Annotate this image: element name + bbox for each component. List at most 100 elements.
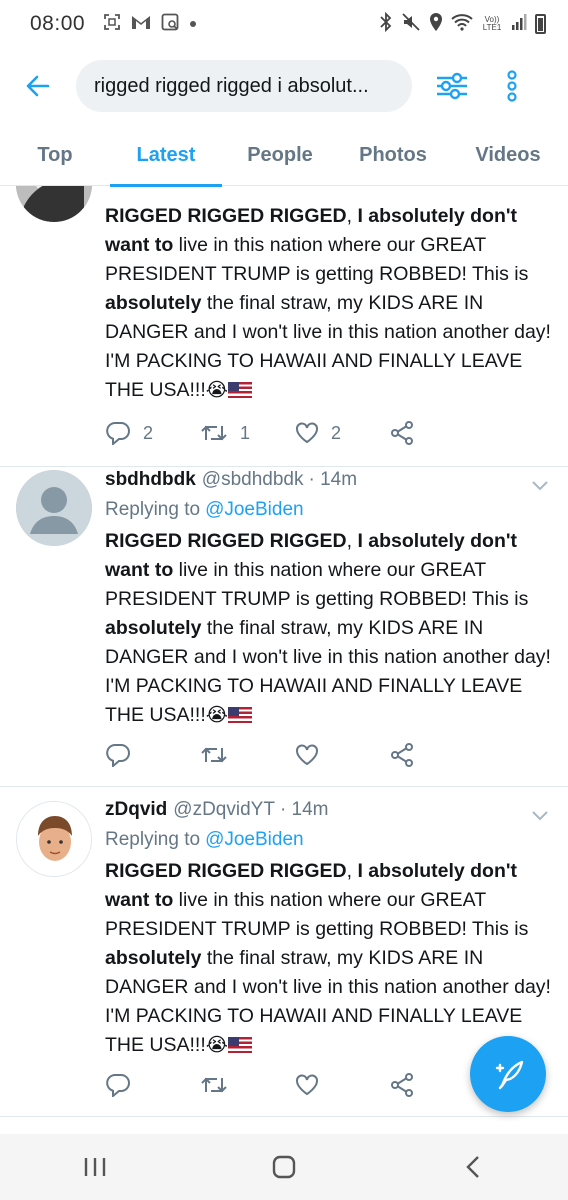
back-button[interactable] (0, 48, 76, 124)
retweet-icon (201, 747, 227, 763)
tweet-time: · 14m (308, 469, 358, 490)
share-icon (391, 421, 413, 445)
system-nav-bar (0, 1134, 568, 1200)
crying-emoji: 😭 (205, 1035, 228, 1056)
retweet-button[interactable]: 1 (200, 422, 295, 444)
reply-button[interactable] (105, 743, 200, 767)
avatar[interactable] (16, 186, 92, 222)
tweet-actions (105, 1065, 485, 1105)
status-left-icons (103, 13, 197, 36)
bluetooth-icon (379, 11, 393, 37)
more-vertical-icon (507, 70, 517, 102)
tweet-time: · 14m (279, 799, 329, 820)
author-name[interactable]: zDqvid (105, 799, 167, 821)
status-right-icons: Vo)) LTE1 (379, 11, 546, 37)
tweet-text-part: , (346, 530, 358, 552)
heart-icon (296, 744, 318, 766)
screenshot-icon (103, 13, 121, 36)
tweet-body: sbdhdbdk @sbdhdbdk · 14m Replying to @Jo… (105, 465, 555, 730)
tab-latest[interactable]: Latest (110, 124, 222, 187)
replying-to-label: Replying to (105, 829, 201, 850)
tweet-actions: 2 1 2 (105, 413, 485, 453)
mention-link[interactable]: @JoeBiden (205, 829, 304, 851)
wifi-icon (451, 13, 473, 36)
replying-to: Replying to @JoeBiden (105, 825, 555, 855)
tweet-text: RIGGED RIGGED RIGGED, I absolutely don't… (105, 202, 555, 405)
status-bar: 08:00 Vo)) LTE1 (0, 0, 568, 48)
share-icon (391, 743, 413, 767)
home-button[interactable] (244, 1134, 324, 1200)
tweet-text-bold: absolutely (105, 617, 202, 639)
crying-emoji: 😭 (205, 380, 228, 401)
search-input[interactable]: rigged rigged rigged i absolut... (76, 60, 412, 112)
compose-tweet-button[interactable] (470, 1036, 546, 1112)
overflow-menu-button[interactable] (492, 48, 532, 124)
retweet-button[interactable] (200, 1074, 295, 1096)
share-button[interactable] (390, 743, 485, 767)
avatar[interactable] (16, 470, 92, 546)
search-filter-button[interactable] (412, 48, 492, 124)
tweet-text-bold: RIGGED RIGGED RIGGED (105, 205, 347, 227)
tweet-text-part: , (346, 205, 358, 227)
compose-feather-icon (495, 1060, 524, 1090)
tweet-text-part: , (346, 860, 358, 882)
search-header: rigged rigged rigged i absolut... (0, 48, 568, 124)
tweet-card[interactable]: sbdhdbdk @sbdhdbdk · 14m Replying to @Jo… (0, 467, 568, 787)
reply-button[interactable]: 2 (105, 421, 200, 445)
retweet-button[interactable] (200, 744, 295, 766)
like-count: 2 (331, 422, 342, 443)
tweet-text-bold: absolutely (105, 292, 202, 314)
signal-icon (511, 13, 527, 36)
tab-people[interactable]: People (222, 124, 338, 186)
tweet-card[interactable]: RIGGED RIGGED RIGGED, I absolutely don't… (0, 186, 568, 467)
chevron-left-icon (466, 1156, 480, 1178)
replying-to-label: Replying to (105, 499, 201, 520)
tweet-body: RIGGED RIGGED RIGGED, I absolutely don't… (105, 202, 555, 405)
status-time: 08:00 (30, 12, 86, 35)
heart-icon (296, 422, 318, 444)
tab-photos[interactable]: Photos (338, 124, 448, 186)
avatar[interactable] (16, 801, 92, 877)
author-name[interactable]: sbdhdbdk (105, 469, 196, 491)
chevron-down-icon[interactable] (530, 475, 550, 495)
tweet-text-bold: RIGGED RIGGED RIGGED (105, 860, 347, 882)
reply-icon (106, 1074, 130, 1097)
system-back-button[interactable] (433, 1134, 513, 1200)
like-button[interactable]: 2 (295, 422, 390, 444)
tweet-header: zDqvid @zDqvidYT · 14m (105, 795, 555, 825)
heart-icon (296, 1074, 318, 1096)
mention-link[interactable]: @JoeBiden (205, 499, 304, 521)
share-icon (391, 1073, 413, 1097)
reply-icon (106, 422, 130, 445)
battery-icon (535, 14, 546, 34)
replying-to: Replying to @JoeBiden (105, 495, 555, 525)
home-icon (272, 1155, 296, 1179)
arrow-left-icon (26, 75, 50, 97)
like-button[interactable] (295, 744, 390, 766)
reply-button[interactable] (105, 1073, 200, 1097)
tweet-text: RIGGED RIGGED RIGGED, I absolutely don't… (105, 857, 555, 1060)
location-icon (429, 12, 443, 37)
search-tabs: Top Latest People Photos Videos (0, 124, 568, 187)
chevron-down-icon[interactable] (530, 805, 550, 825)
us-flag-icon (227, 382, 252, 398)
recent-apps-button[interactable] (55, 1134, 135, 1200)
retweet-icon (201, 1077, 227, 1093)
like-button[interactable] (295, 1074, 390, 1096)
sliders-icon (437, 72, 467, 100)
reply-icon (106, 744, 130, 767)
author-handle[interactable]: @zDqvidYT (173, 799, 275, 821)
retweet-count: 1 (240, 422, 251, 443)
gmail-icon (131, 14, 151, 35)
dot-icon (189, 15, 197, 33)
tab-videos[interactable]: Videos (448, 124, 568, 186)
tab-top[interactable]: Top (0, 124, 110, 186)
tweet-text: RIGGED RIGGED RIGGED, I absolutely don't… (105, 527, 555, 730)
tweet-actions (105, 735, 485, 775)
recent-apps-icon (84, 1158, 105, 1176)
tweet-text-bold: absolutely (105, 947, 202, 969)
author-handle[interactable]: @sbdhdbdk (202, 469, 304, 491)
reply-count: 2 (143, 422, 154, 443)
share-button[interactable] (390, 421, 485, 445)
tweet-feed[interactable]: RIGGED RIGGED RIGGED, I absolutely don't… (0, 186, 568, 1132)
